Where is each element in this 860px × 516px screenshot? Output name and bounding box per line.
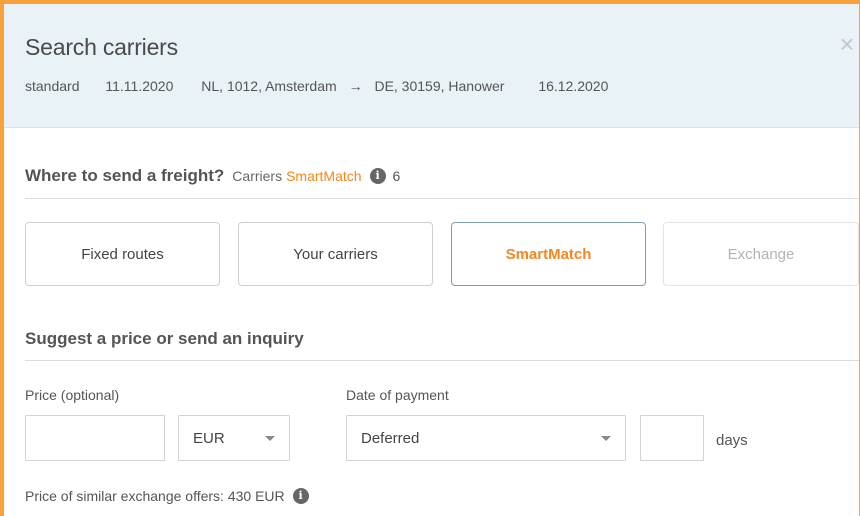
payment-date-value: Deferred bbox=[361, 429, 420, 447]
days-label: days bbox=[716, 432, 748, 449]
smartmatch-label: SmartMatch bbox=[286, 168, 362, 184]
freight-section-heading: Where to send a freight? Carriers SmartM… bbox=[25, 166, 400, 186]
pickup-date: 11.11.2020 bbox=[105, 78, 174, 94]
similar-offers-text: Price of similar exchange offers: 430 EU… bbox=[25, 488, 285, 504]
price-input[interactable] bbox=[25, 415, 165, 461]
tab-exchange[interactable]: Exchange bbox=[663, 222, 859, 286]
tab-your-carriers[interactable]: Your carriers bbox=[238, 222, 433, 286]
search-carriers-dialog: Search carriers × standard 11.11.2020 NL… bbox=[0, 0, 860, 516]
tab-fixed-routes[interactable]: Fixed routes bbox=[25, 222, 220, 286]
route-type: standard bbox=[25, 78, 80, 94]
divider bbox=[25, 198, 859, 199]
divider bbox=[25, 360, 859, 361]
close-icon[interactable]: × bbox=[837, 31, 857, 57]
currency-select[interactable]: EUR bbox=[178, 415, 290, 461]
payment-date-select[interactable]: Deferred bbox=[346, 415, 626, 461]
info-icon[interactable]: i bbox=[369, 168, 386, 184]
carrier-count: 6 bbox=[392, 168, 401, 184]
dialog-header: Search carriers × standard 11.11.2020 NL… bbox=[4, 4, 859, 128]
dialog-title: Search carriers bbox=[25, 34, 178, 60]
freight-heading: Where to send a freight? bbox=[25, 166, 225, 185]
route-summary: standard 11.11.2020 NL, 1012, Amsterdam … bbox=[25, 78, 608, 94]
payment-date-label: Date of payment bbox=[346, 387, 449, 403]
currency-value: EUR bbox=[193, 429, 225, 447]
chevron-down-icon bbox=[265, 436, 275, 441]
route-origin: NL, 1012, Amsterdam bbox=[201, 78, 337, 94]
carriers-label: Carriers bbox=[232, 168, 283, 184]
days-input[interactable] bbox=[640, 415, 704, 461]
inquiry-heading: Suggest a price or send an inquiry bbox=[25, 329, 304, 348]
info-icon[interactable]: i bbox=[292, 488, 309, 504]
route-destination: DE, 30159, Hanower bbox=[374, 78, 505, 94]
similar-offers-note: Price of similar exchange offers: 430 EU… bbox=[25, 488, 309, 504]
price-label: Price (optional) bbox=[25, 387, 120, 403]
chevron-down-icon bbox=[601, 436, 611, 441]
delivery-date: 16.12.2020 bbox=[538, 78, 609, 94]
arrow-right-icon: → bbox=[348, 78, 363, 94]
tab-smartmatch[interactable]: SmartMatch bbox=[451, 222, 646, 286]
